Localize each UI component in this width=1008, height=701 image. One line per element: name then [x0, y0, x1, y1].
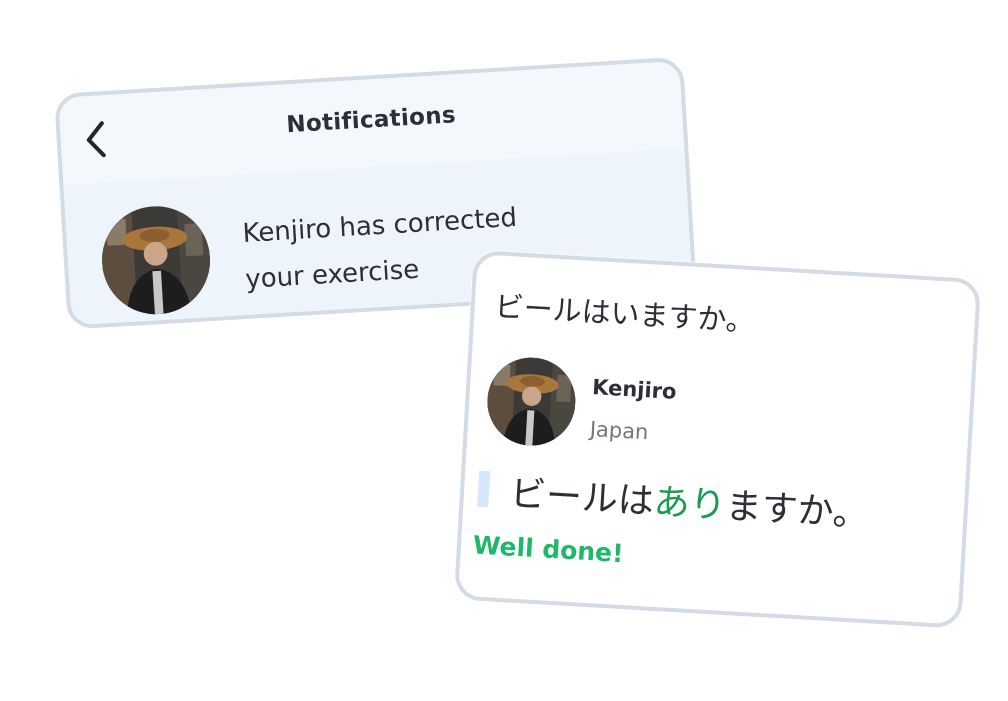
- user-name[interactable]: Kenjiro: [592, 375, 678, 404]
- avatar[interactable]: [484, 355, 578, 449]
- avatar: [98, 203, 214, 318]
- feedback-message: Well done!: [472, 530, 625, 569]
- corrected-sentence: ビールはありますか。: [509, 465, 871, 538]
- correction-highlight: あり: [652, 481, 727, 527]
- avatar-photo-icon: [484, 355, 578, 449]
- page-title: Notifications: [285, 102, 457, 139]
- correction-card: ビールはいますか。 Kenjiro Japan ビールはありますか。 Well …: [453, 250, 982, 629]
- quote-bar: [477, 470, 491, 508]
- original-sentence: ビールはいますか。: [493, 289, 756, 339]
- user-country: Japan: [589, 416, 650, 445]
- corrected-suffix: ますか。: [724, 485, 870, 536]
- stage: Notifications Kenjiro has corrected your…: [0, 0, 1008, 701]
- corrected-prefix: ビールは: [508, 473, 655, 523]
- avatar-photo-icon: [98, 203, 214, 318]
